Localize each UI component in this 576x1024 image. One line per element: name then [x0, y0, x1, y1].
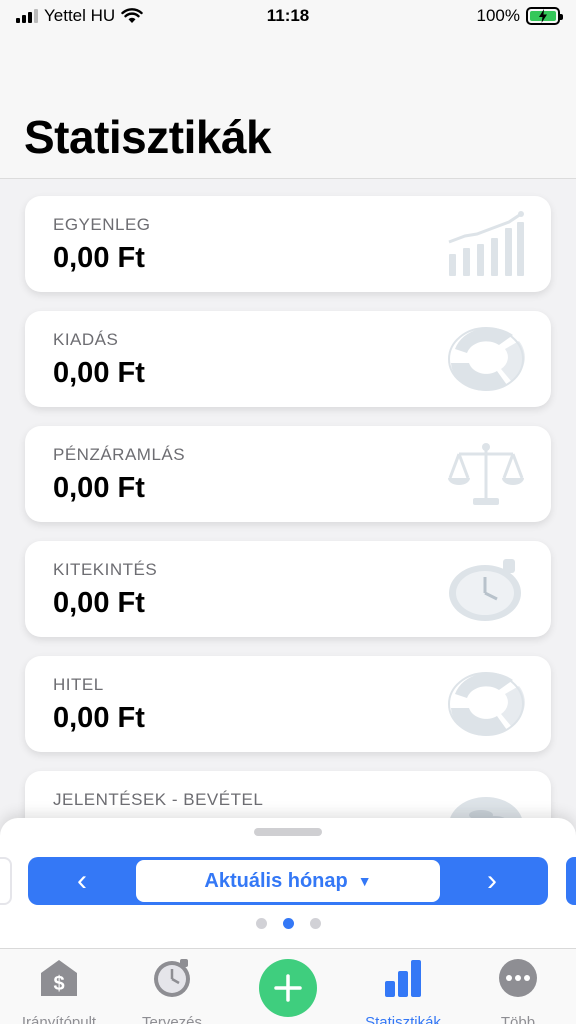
period-dropdown[interactable]: Aktuális hónap ▼: [136, 860, 440, 902]
card-label: KIADÁS: [53, 330, 119, 349]
donut-chart-icon: [448, 327, 525, 391]
navigation-header: Statisztikák: [0, 34, 576, 179]
card-outlook[interactable]: KITEKINTÉS 0,00 Ft: [25, 541, 551, 637]
next-page-peek: [566, 857, 576, 905]
page-dot-active: [282, 918, 294, 929]
clock-icon: [154, 959, 190, 997]
page-dot: [309, 918, 321, 929]
card-value: 0,00 Ft: [53, 702, 145, 734]
tab-more[interactable]: Több: [463, 957, 573, 1024]
add-transaction-button[interactable]: [259, 959, 317, 1017]
card-credit[interactable]: HITEL 0,00 Ft: [25, 656, 551, 752]
previous-period-button[interactable]: ‹: [52, 857, 112, 905]
tab-planning[interactable]: Tervezés: [117, 957, 227, 1024]
period-selector-sheet: ‹ Aktuális hónap ▼ ›: [0, 818, 576, 948]
caret-down-icon: ▼: [357, 873, 372, 889]
card-label: EGYENLEG: [53, 215, 151, 234]
card-value: 0,00 Ft: [53, 242, 145, 274]
tab-statistics[interactable]: Statisztikák: [348, 957, 458, 1024]
bar-chart-growth-icon: [448, 211, 524, 276]
card-value: 0,00 Ft: [53, 357, 145, 389]
page-indicator[interactable]: [0, 918, 576, 929]
balance-scale-icon: [448, 443, 524, 505]
period-label: Aktuális hónap: [204, 869, 348, 892]
tab-label: Több: [500, 1014, 536, 1024]
clock-icon: [449, 559, 521, 621]
tab-label: Tervezés: [141, 1014, 203, 1024]
tab-label: Statisztikák: [365, 1014, 441, 1024]
tab-label: Irányítópult: [21, 1014, 97, 1024]
page-title: Statisztikák: [24, 111, 272, 163]
card-value: 0,00 Ft: [53, 472, 145, 504]
page-dot: [255, 918, 267, 929]
statistics-card-list: EGYENLEG 0,00 Ft KIADÁS 0,00 Ft PÉNZÁRAM: [25, 196, 551, 886]
plus-icon: [274, 974, 302, 1002]
card-balance[interactable]: EGYENLEG 0,00 Ft: [25, 196, 551, 292]
battery-percent: 100%: [476, 6, 520, 25]
next-period-button[interactable]: ›: [462, 857, 522, 905]
card-label: PÉNZÁRAMLÁS: [53, 445, 186, 464]
bar-chart-icon: [385, 960, 421, 997]
card-expense[interactable]: KIADÁS 0,00 Ft: [25, 311, 551, 407]
svg-text:$: $: [53, 973, 64, 995]
sheet-grabber[interactable]: [254, 828, 322, 836]
status-bar: Yettel HU 11:18 100%: [0, 0, 576, 34]
period-navigator: ‹ Aktuális hónap ▼ ›: [28, 857, 548, 905]
more-dots-icon: [499, 959, 537, 997]
card-label: KITEKINTÉS: [53, 560, 158, 579]
card-value: 0,00 Ft: [53, 587, 145, 619]
tab-dashboard[interactable]: $ Irányítópult: [4, 957, 114, 1024]
house-dollar-icon: $: [41, 960, 77, 996]
battery-icon: [526, 7, 563, 25]
previous-page-peek: [0, 857, 12, 905]
tab-bar: $ Irányítópult Tervezés Statisztikák Töb…: [0, 948, 576, 1024]
donut-chart-icon: [448, 672, 525, 736]
card-label: JELENTÉSEK - BEVÉTEL: [53, 790, 264, 809]
battery-status: 100%: [476, 6, 563, 26]
card-cashflow[interactable]: PÉNZÁRAMLÁS 0,00 Ft: [25, 426, 551, 522]
card-label: HITEL: [53, 675, 104, 694]
